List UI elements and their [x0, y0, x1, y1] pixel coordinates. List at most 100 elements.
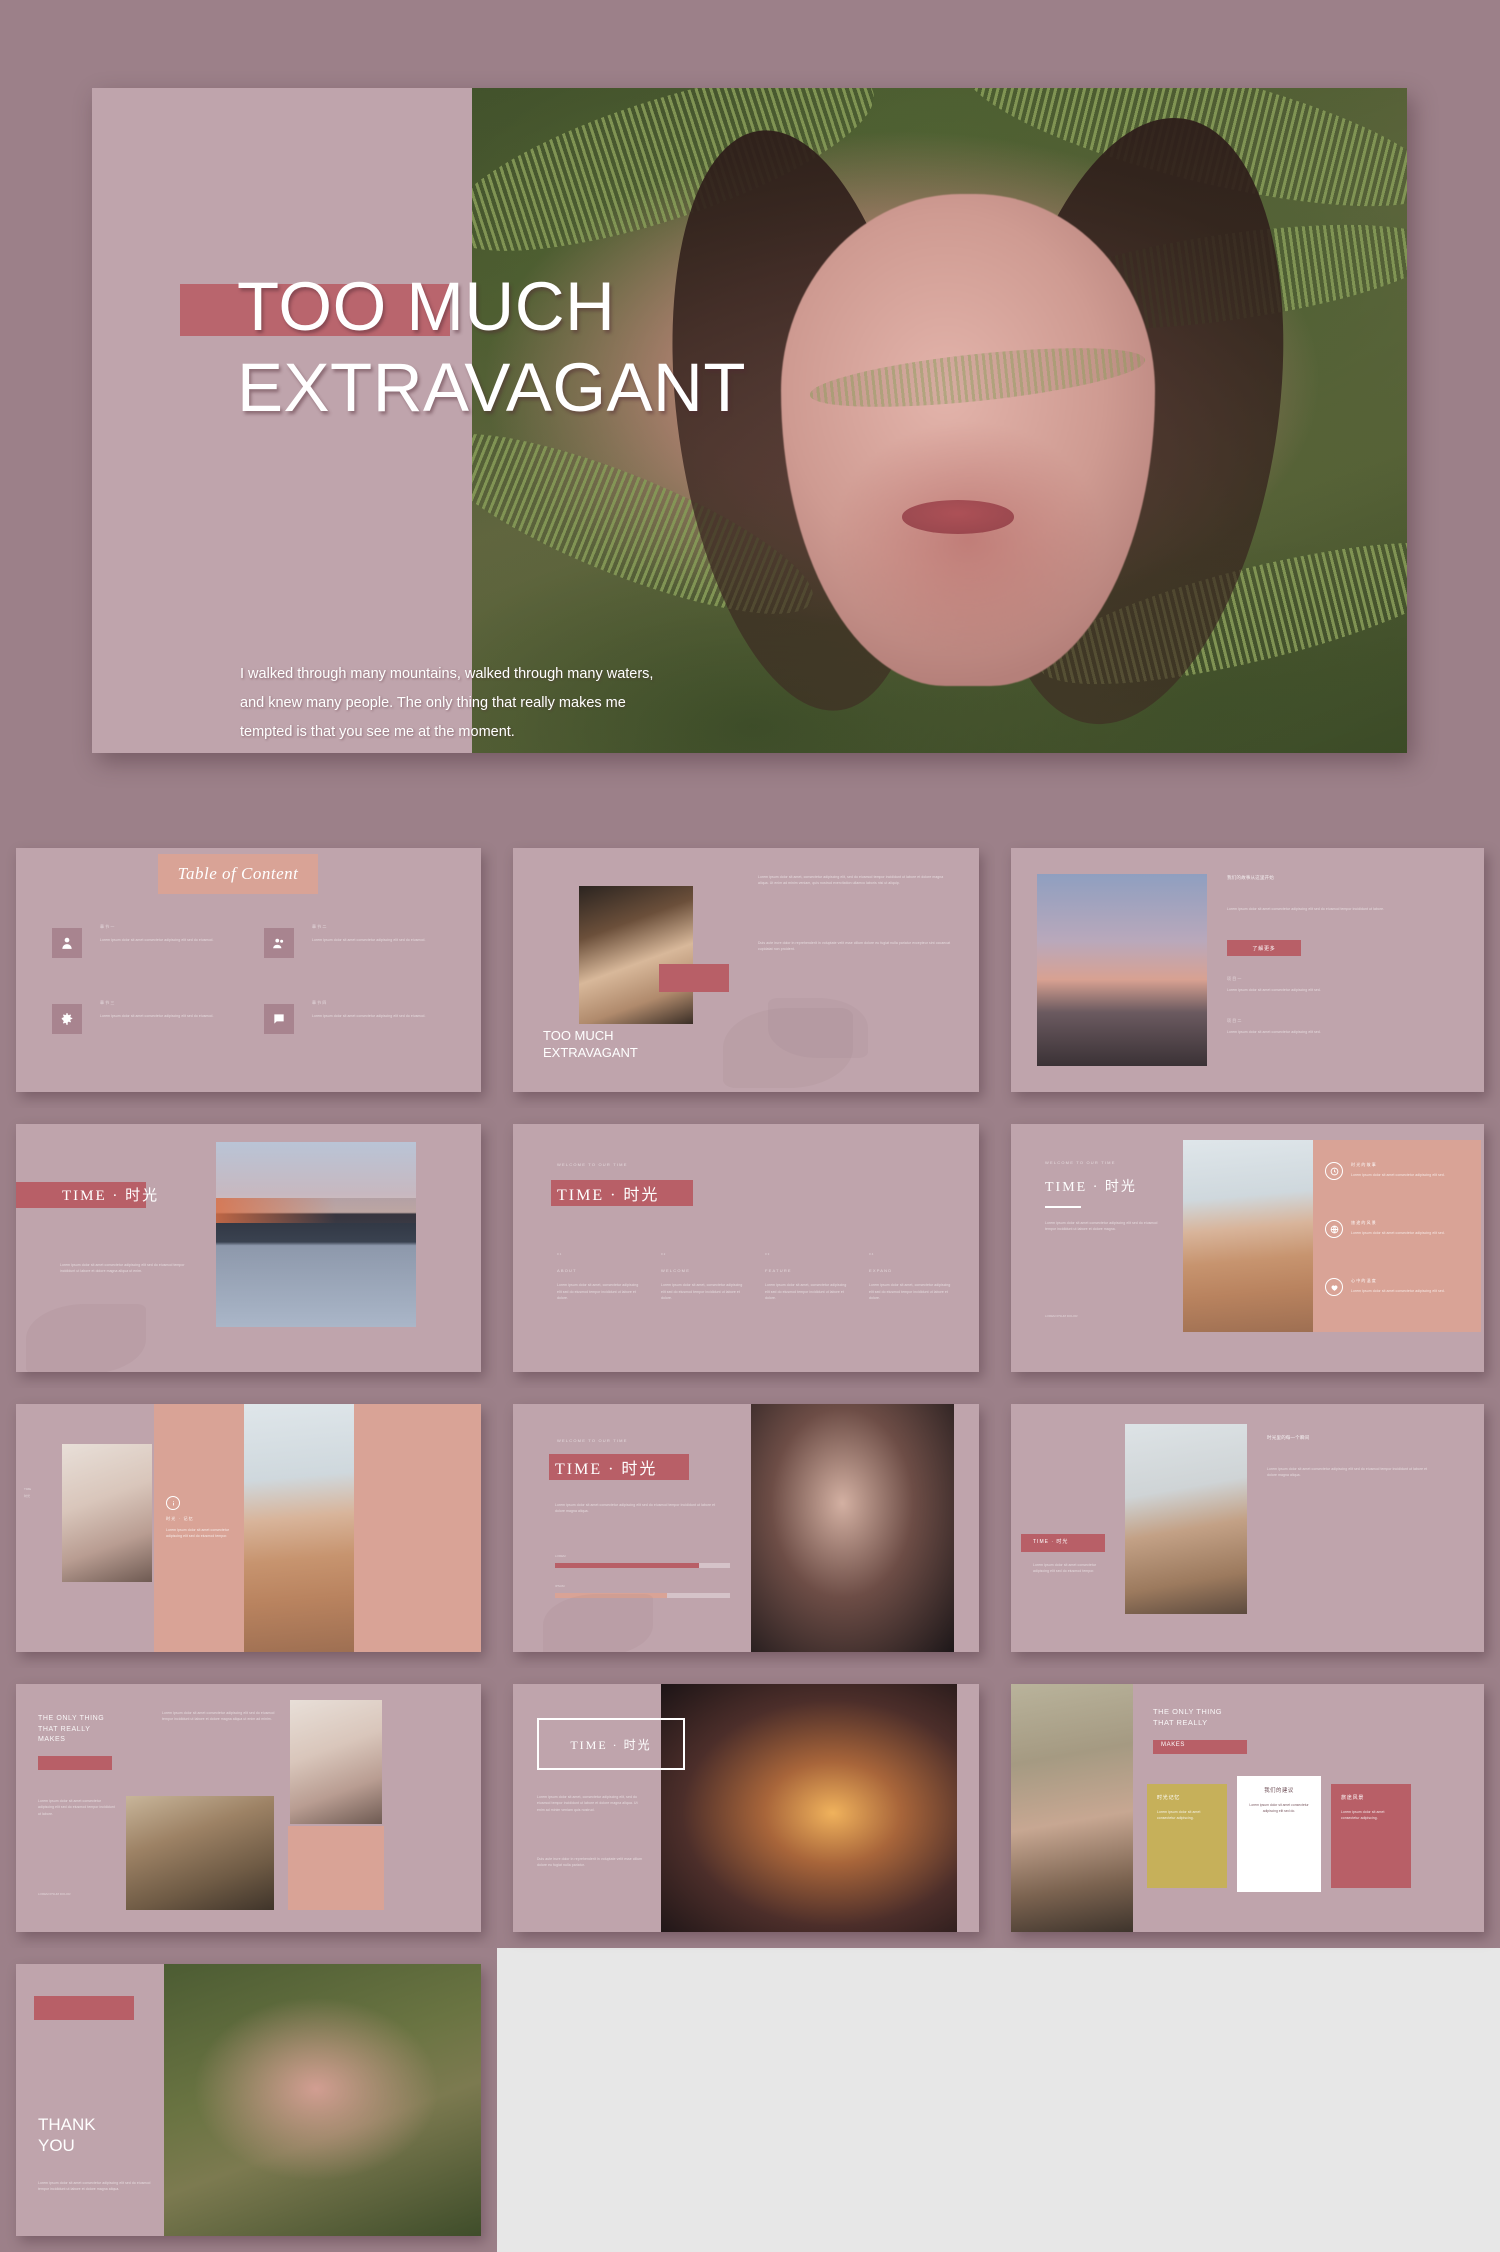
lights-title: TIME · 时光 — [570, 1737, 652, 1752]
column-number: 02 — [661, 1252, 667, 1256]
two-photo-card: 时光 · 记忆 Lorem ipsum dolor sit amet conse… — [166, 1496, 236, 1540]
toc-item-1[interactable]: 章节一 Lorem ipsum dolor sit amet consectet… — [52, 924, 213, 958]
thumb-cell-thank-you: THANK YOU Lorem ipsum dolor sit amet con… — [0, 1948, 497, 2252]
chat-icon — [264, 1004, 294, 1034]
books-photo-books — [126, 1796, 274, 1910]
slide-three-card[interactable]: THE ONLY THING THAT REALLY MAKES 时光记忆 Lo… — [1011, 1684, 1484, 1932]
hero-slide[interactable]: TOO MUCH EXTRAVAGANT I walked through ma… — [92, 88, 1407, 753]
sunset-heading: 我们的故事从这里开始 — [1227, 875, 1274, 880]
sunset-row-body: Lorem ipsum dolor sit amet consectetur a… — [1227, 988, 1321, 992]
progress-body: Lorem ipsum dolor sit amet consectetur a… — [555, 1503, 716, 1514]
alley-feature-2[interactable]: 旅途的风景 Lorem ipsum dolor sit amet consect… — [1325, 1220, 1445, 1238]
sunset-row-1: 项目一 Lorem ipsum dolor sit amet consectet… — [1227, 976, 1452, 993]
sunset-intro: Lorem ipsum dolor sit amet consectetur a… — [1227, 907, 1385, 911]
alley-feature-1[interactable]: 时光的故事 Lorem ipsum dolor sit amet consect… — [1325, 1162, 1445, 1180]
card-body: Lorem ipsum dolor sit amet consectetur a… — [1157, 1810, 1201, 1821]
progress-eyebrow: WELCOME TO OUR TIME — [557, 1438, 628, 1443]
slide-sunset-cta[interactable]: 我们的故事从这里开始 Lorem ipsum dolor sit amet co… — [1011, 848, 1484, 1092]
toc-item-body: Lorem ipsum dolor sit amet consectetur a… — [100, 938, 214, 942]
lights-photo — [661, 1684, 957, 1932]
slide-time-four-column[interactable]: WELCOME TO OUR TIME TIME · 时光 01 ABOUT L… — [513, 1124, 979, 1372]
slide-time-alley[interactable]: WELCOME TO OUR TIME TIME · 时光 Lorem ipsu… — [1011, 1124, 1484, 1372]
books-color-block — [288, 1826, 384, 1910]
time-lake-photo — [216, 1142, 416, 1327]
toc-item-4[interactable]: 章节四 Lorem ipsum dolor sit amet consectet… — [264, 1000, 425, 1034]
three-card-1[interactable]: 时光记忆 Lorem ipsum dolor sit amet consecte… — [1147, 1784, 1227, 1888]
toc-item-2[interactable]: 章节二 Lorem ipsum dolor sit amet consectet… — [264, 924, 425, 958]
time-four-eyebrow: WELCOME TO OUR TIME — [557, 1162, 628, 1167]
thumb-cell-lights: TIME · 时光 Lorem ipsum dolor sit amet, co… — [497, 1668, 995, 1948]
three-card-tag: MAKES — [1161, 1742, 1186, 1748]
card-body: Lorem ipsum dolor sit amet consectetur a… — [166, 1528, 230, 1539]
thumb-cell-sunset: 我们的故事从这里开始 Lorem ipsum dolor sit amet co… — [995, 832, 1500, 1108]
column-label: FEATURE — [765, 1268, 792, 1274]
sunset-row-label: 项目一 — [1227, 976, 1243, 981]
alley-feature-3[interactable]: 心中的温度 Lorem ipsum dolor sit amet consect… — [1325, 1278, 1445, 1296]
thumb-cell-books: THE ONLY THING THAT REALLY MAKES Lorem i… — [0, 1668, 497, 1948]
feature-label: 旅途的风景 — [1351, 1220, 1377, 1225]
card-label: 旅途风景 — [1341, 1795, 1365, 1801]
feature-label: 时光的故事 — [1351, 1162, 1377, 1167]
slide-two-photo[interactable]: TIME 时光 时光 · 记忆 Lorem ipsum dolor sit am… — [16, 1404, 481, 1652]
slide-table-of-content[interactable]: Table of Content 章节一 Lorem ipsum dolor s… — [16, 848, 481, 1092]
empty-area — [497, 1948, 1500, 2252]
three-card-2[interactable]: 我们的建议 Lorem ipsum dolor sit amet consect… — [1237, 1776, 1321, 1892]
hero-body-text: I walked through many mountains, walked … — [240, 666, 654, 740]
time-column-4: 04 EXPAND Lorem ipsum dolor sit amet, co… — [869, 1252, 955, 1301]
two-photo-side-label: TIME 时光 — [24, 1487, 32, 1498]
coat-photo — [1125, 1424, 1247, 1614]
slide-books[interactable]: THE ONLY THING THAT REALLY MAKES Lorem i… — [16, 1684, 481, 1932]
card-body: Lorem ipsum dolor sit amet consectetur a… — [1249, 1803, 1309, 1814]
time-four-title: TIME · 时光 — [557, 1187, 660, 1204]
feature-body: Lorem ipsum dolor sit amet consectetur a… — [1351, 1173, 1445, 1177]
intro-title: TOO MUCH EXTRAVAGANT — [543, 1028, 638, 1060]
slide-intro-photo[interactable]: TOO MUCH EXTRAVAGANT Lorem ipsum dolor s… — [513, 848, 979, 1092]
column-number: 04 — [869, 1252, 875, 1256]
slide-thank-you[interactable]: THANK YOU Lorem ipsum dolor sit amet con… — [16, 1964, 481, 2236]
toc-item-label: 章节一 — [100, 924, 116, 929]
info-icon — [166, 1496, 180, 1510]
slide-time-progress[interactable]: WELCOME TO OUR TIME TIME · 时光 Lorem ipsu… — [513, 1404, 979, 1652]
thumb-cell-time-lake: TIME · 时光 Lorem ipsum dolor sit amet con… — [0, 1108, 497, 1388]
sunset-row-2: 项目二 Lorem ipsum dolor sit amet consectet… — [1227, 1018, 1452, 1035]
column-label: WELCOME — [661, 1268, 691, 1274]
progress-bar-1: LOREM — [555, 1554, 730, 1569]
alley-eyebrow: WELCOME TO OUR TIME — [1045, 1160, 1116, 1165]
thank-you-accent-bar — [34, 1996, 134, 2020]
column-number: 01 — [557, 1252, 563, 1256]
group-icon — [264, 928, 294, 958]
books-body: Lorem ipsum dolor sit amet consectetur a… — [162, 1711, 275, 1722]
hero-section: TOO MUCH EXTRAVAGANT I walked through ma… — [0, 0, 1500, 832]
column-body: Lorem ipsum dolor sit amet, consectetur … — [661, 1283, 743, 1300]
column-body: Lorem ipsum dolor sit amet, consectetur … — [869, 1283, 951, 1300]
bar-label: LOREM — [555, 1554, 566, 1558]
three-card-3[interactable]: 旅途风景 Lorem ipsum dolor sit amet consecte… — [1331, 1784, 1411, 1888]
slide-time-lake[interactable]: TIME · 时光 Lorem ipsum dolor sit amet con… — [16, 1124, 481, 1372]
thumb-cell-coat: 时光里的每一个瞬间 Lorem ipsum dolor sit amet con… — [995, 1388, 1500, 1668]
sunset-cta-button[interactable]: 了解更多 — [1227, 940, 1301, 956]
time-column-2: 02 WELCOME Lorem ipsum dolor sit amet, c… — [661, 1252, 747, 1301]
feature-body: Lorem ipsum dolor sit amet consectetur a… — [1351, 1289, 1445, 1293]
thumb-cell-time-four: WELCOME TO OUR TIME TIME · 时光 01 ABOUT L… — [497, 1108, 995, 1388]
books-photo-portrait — [290, 1700, 382, 1824]
slide-lights[interactable]: TIME · 时光 Lorem ipsum dolor sit amet, co… — [513, 1684, 979, 1932]
time-lake-body: Lorem ipsum dolor sit amet consectetur a… — [60, 1263, 185, 1274]
feature-body: Lorem ipsum dolor sit amet consectetur a… — [1351, 1231, 1445, 1235]
bar-fill — [555, 1563, 699, 1569]
thumb-cell-toc: Table of Content 章节一 Lorem ipsum dolor s… — [0, 832, 497, 1108]
toc-item-3[interactable]: 章节三 Lorem ipsum dolor sit amet consectet… — [52, 1000, 213, 1034]
toc-item-body: Lorem ipsum dolor sit amet consectetur a… — [100, 1014, 214, 1018]
hero-title: TOO MUCH EXTRAVAGANT — [237, 268, 747, 427]
thumb-cell-two-photo: TIME 时光 时光 · 记忆 Lorem ipsum dolor sit am… — [0, 1388, 497, 1668]
slide-coat-card[interactable]: 时光里的每一个瞬间 Lorem ipsum dolor sit amet con… — [1011, 1404, 1484, 1652]
intro-photo — [579, 886, 693, 1024]
thank-you-photo — [164, 1964, 481, 2236]
alley-feature-panel: 时光的故事 Lorem ipsum dolor sit amet consect… — [1313, 1140, 1481, 1332]
column-body: Lorem ipsum dolor sit amet, consectetur … — [557, 1283, 639, 1300]
lights-title-frame: TIME · 时光 — [537, 1718, 685, 1770]
column-label: EXPAND — [869, 1268, 893, 1274]
intro-paragraph-2: Duis aute irure dolor in reprehenderit i… — [758, 941, 951, 952]
time-column-1: 01 ABOUT Lorem ipsum dolor sit amet, con… — [557, 1252, 643, 1301]
bar-track — [555, 1563, 730, 1569]
alley-footnote: LOREM IPSUM DOLOR — [1045, 1314, 1078, 1318]
